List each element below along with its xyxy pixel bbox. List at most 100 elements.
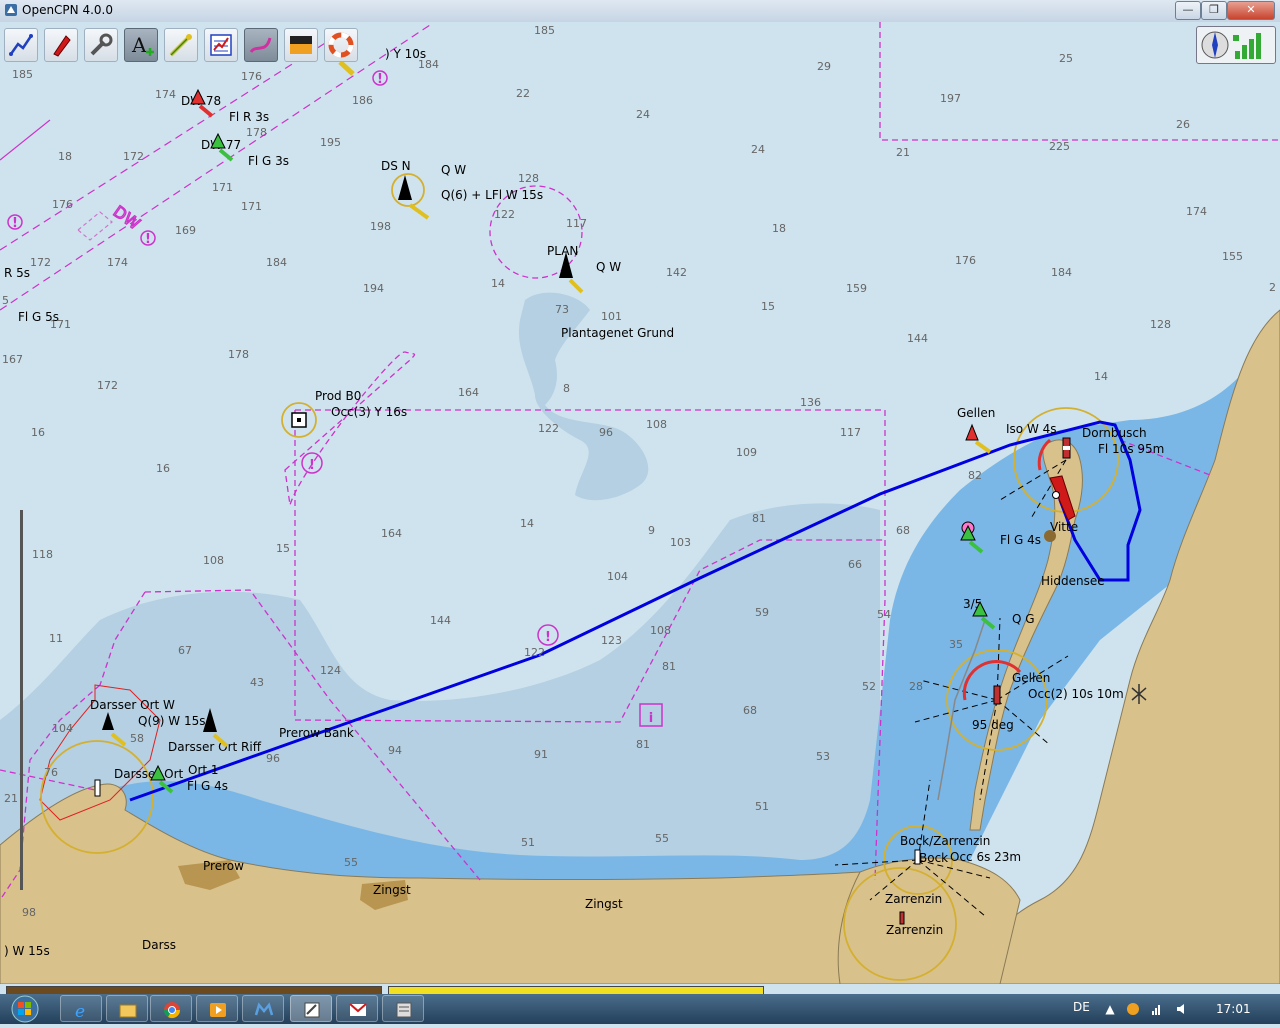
ship-tool-button[interactable]: [44, 28, 78, 62]
nautical-chart[interactable]: DW !!! !!i: [0, 22, 1280, 984]
text-tool-button[interactable]: A: [124, 28, 158, 62]
depth-sounding: 174: [107, 256, 128, 269]
chart-label: Bock: [919, 851, 949, 865]
volume-icon[interactable]: [1174, 1002, 1190, 1016]
opencpn-icon: [304, 1002, 320, 1018]
depth-sounding: 104: [607, 570, 628, 583]
man-overboard-button[interactable]: [324, 28, 358, 62]
signal-strength-icon[interactable]: [1150, 1002, 1166, 1016]
color-scheme-button[interactable]: [284, 28, 318, 62]
mail-client-icon: [254, 1002, 274, 1016]
close-button[interactable]: ✕: [1227, 1, 1275, 20]
depth-sounding: 118: [32, 548, 53, 561]
chart-label: ) W 15s: [4, 944, 50, 958]
media-player-icon: [210, 1003, 226, 1017]
chart-label: Fl G 4s: [187, 779, 229, 793]
depth-sounding: 122: [524, 646, 545, 659]
depth-sounding: 197: [940, 92, 961, 105]
depth-sounding: 51: [521, 836, 535, 849]
taskbar-app-button[interactable]: [382, 995, 424, 1022]
taskbar-mail-button[interactable]: [242, 995, 284, 1022]
taskbar-opencpn-button[interactable]: [290, 995, 332, 1022]
chart-label: Fl R 3s: [229, 110, 270, 124]
depth-sounding: 25: [1059, 52, 1073, 65]
depth-sounding: 54: [877, 608, 891, 621]
depth-sounding: 155: [1222, 250, 1243, 263]
text-icon: A: [131, 33, 154, 57]
internet-explorer-icon: e: [75, 1002, 85, 1020]
depth-sounding: 52: [862, 680, 876, 693]
chart-label: PLAN: [547, 244, 579, 258]
depth-sounding: 96: [599, 426, 613, 439]
taskbar-media-player-button[interactable]: [196, 995, 238, 1022]
depth-sounding: 14: [520, 517, 534, 530]
chart-label: Fl 10s 95m: [1098, 442, 1165, 456]
depth-sounding: 123: [601, 634, 622, 647]
depth-sounding: 15: [761, 300, 775, 313]
taskbar-gmail-button[interactable]: [336, 995, 378, 1022]
depth-sounding: 16: [31, 426, 45, 439]
chart-label: Bock/Zarrenzin: [900, 834, 991, 848]
depth-sounding: 21: [896, 146, 910, 159]
depth-sounding: 172: [97, 379, 118, 392]
chart-label: Fl G 3s: [248, 154, 290, 168]
chart-canvas[interactable]: DW !!! !! i 185 176 174 186 185 184 29 2…: [0, 22, 1280, 984]
depth-sounding: 15: [276, 542, 290, 555]
taskbar-clock[interactable]: 17:01: [1216, 1002, 1251, 1016]
depth-sounding: 186: [352, 94, 373, 107]
depth-sounding: 24: [636, 108, 650, 121]
folder-icon: [119, 1004, 137, 1018]
depth-sounding: 174: [155, 88, 176, 101]
measure-tool-button[interactable]: [164, 28, 198, 62]
svg-text:!: !: [545, 630, 551, 645]
start-button[interactable]: [4, 994, 46, 1024]
depth-sounding: 81: [636, 738, 650, 751]
taskbar-explorer-button[interactable]: [106, 995, 148, 1022]
depth-sounding: 22: [516, 87, 530, 100]
depth-sounding: 43: [250, 676, 264, 689]
depth-sounding: 225: [1049, 140, 1070, 153]
depth-sounding: 67: [178, 644, 192, 657]
depth-sounding: 176: [955, 254, 976, 267]
depth-sounding: 5: [2, 294, 9, 307]
depth-sounding: 128: [518, 172, 539, 185]
language-indicator[interactable]: DE: [1073, 1000, 1090, 1014]
depth-sounding: 117: [566, 217, 587, 230]
depth-sounding: 81: [662, 660, 676, 673]
depth-sounding: 73: [555, 303, 569, 316]
taskbar-chrome-button[interactable]: [150, 995, 192, 1022]
track-tool-button[interactable]: [244, 28, 278, 62]
settings-tool-button[interactable]: [84, 28, 118, 62]
depth-sounding: 76: [44, 766, 58, 779]
depth-sounding: 172: [123, 150, 144, 163]
route-tool-button[interactable]: [4, 28, 38, 62]
route-manager-button[interactable]: [204, 28, 238, 62]
depth-sounding: 185: [12, 68, 33, 81]
depth-sounding: 164: [458, 386, 479, 399]
chart-label: Ort 1: [188, 763, 219, 777]
depth-sounding: 18: [772, 222, 786, 235]
chart-label: Zarrenzin: [886, 923, 944, 937]
opencpn-app-icon: [5, 4, 17, 16]
depth-sounding: 171: [212, 181, 233, 194]
minimize-button[interactable]: —: [1175, 1, 1201, 20]
window-title: OpenCPN 4.0.0: [22, 3, 113, 17]
depth-sounding: 101: [601, 310, 622, 323]
depth-sounding: 28: [909, 680, 923, 693]
depth-sounding: 142: [666, 266, 687, 279]
network-status-icon[interactable]: [1125, 1002, 1141, 1016]
depth-sounding: 172: [30, 256, 51, 269]
taskbar-ie-button[interactable]: e: [60, 995, 102, 1022]
depth-sounding: 194: [363, 282, 384, 295]
ship-icon: [53, 35, 71, 57]
show-hidden-icons-button[interactable]: ▲: [1102, 1002, 1118, 1016]
depth-sounding: 55: [655, 832, 669, 845]
chart-label: Iso W 4s: [1006, 422, 1057, 436]
depth-sounding: 176: [52, 198, 73, 211]
maximize-button[interactable]: ❐: [1201, 1, 1227, 20]
depth-sounding: 94: [388, 744, 402, 757]
title-bar: OpenCPN 4.0.0 — ❐ ✕: [0, 0, 1280, 23]
chart-label: Dornbusch: [1082, 426, 1147, 440]
chart-label: Prerow Bank: [279, 726, 354, 740]
gps-status-panel[interactable]: [1196, 26, 1276, 64]
